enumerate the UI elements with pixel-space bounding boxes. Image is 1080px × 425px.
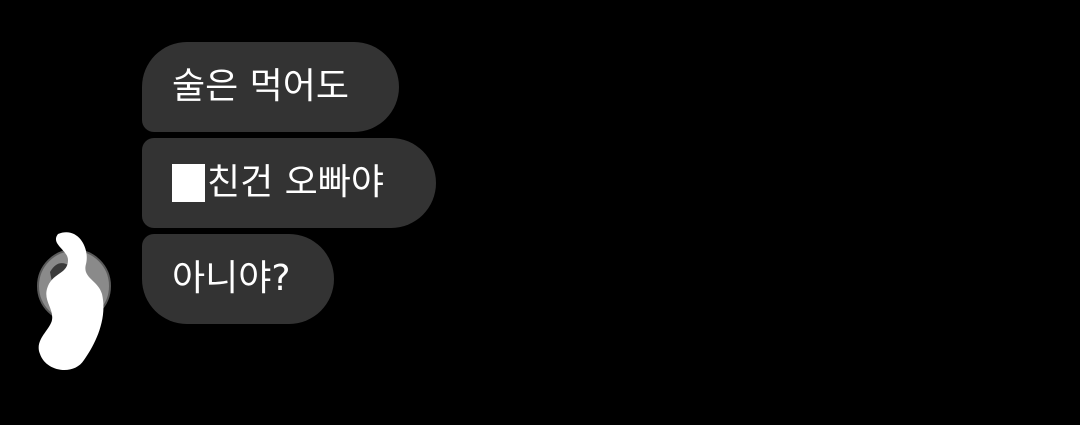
- message-bubble[interactable]: 아니야?: [142, 234, 334, 324]
- redaction-scribble: [38, 232, 104, 371]
- message-bubble[interactable]: 술은 먹어도: [142, 42, 399, 132]
- message-text: 친건 오빠야: [207, 162, 385, 203]
- redacted-avatar-icon: [37, 232, 111, 371]
- redaction-block: [172, 164, 205, 202]
- message-bubble[interactable]: 친건 오빠야: [142, 138, 436, 228]
- message-text: 술은 먹어도: [172, 66, 350, 107]
- chat-thread: 술은 먹어도 친건 오빠야 아니야?: [0, 0, 1080, 425]
- message-text: 아니야?: [172, 258, 291, 299]
- avatar[interactable]: [28, 228, 118, 378]
